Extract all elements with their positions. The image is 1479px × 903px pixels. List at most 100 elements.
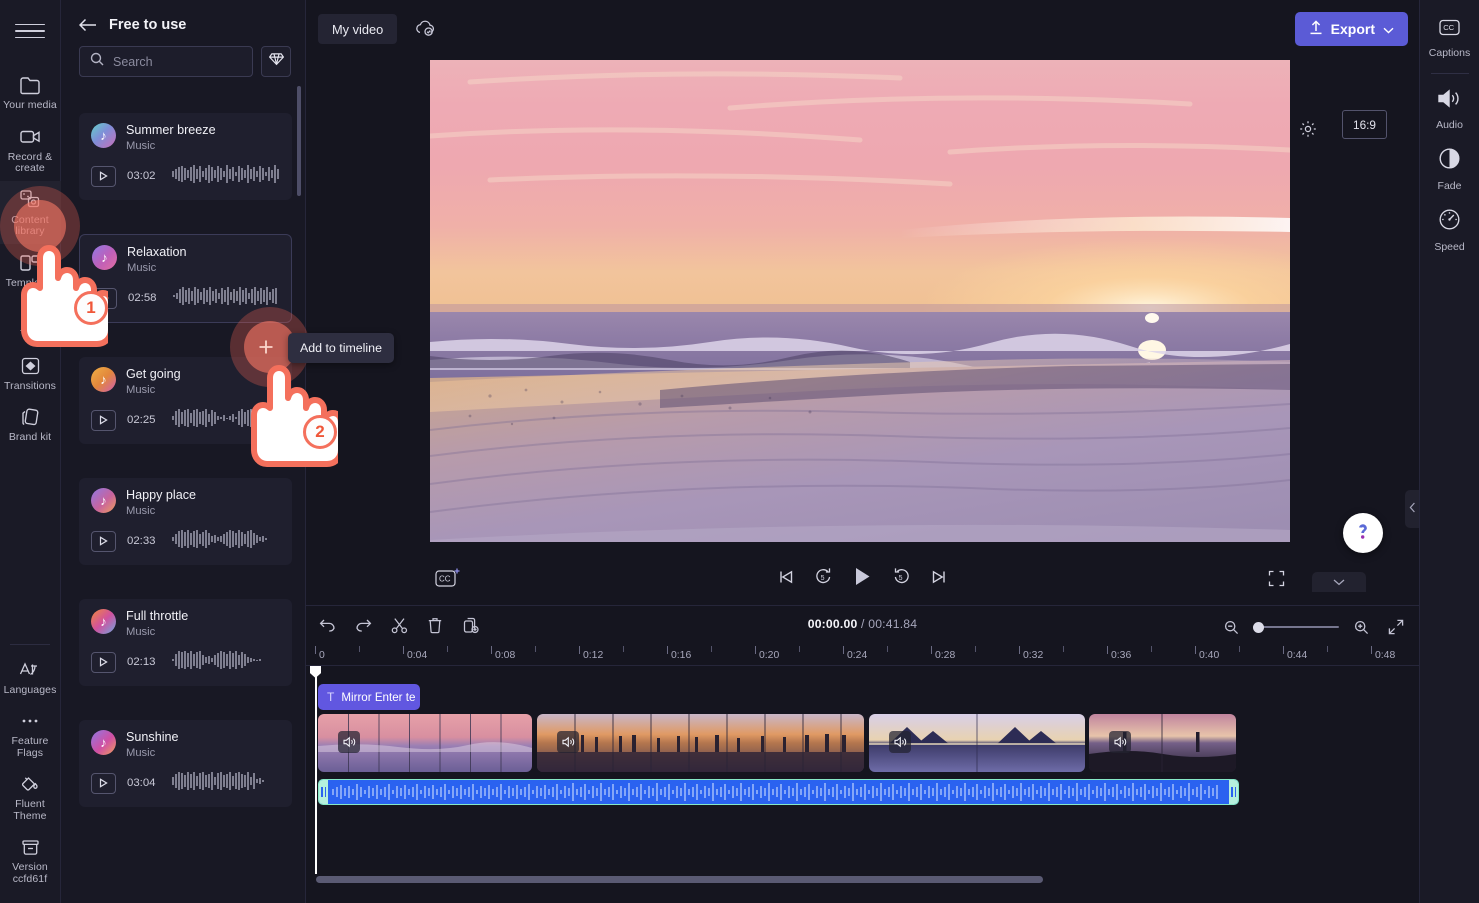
current-time: 00:00.00 (807, 617, 858, 631)
back-arrow-icon[interactable] (79, 16, 97, 34)
speaker-icon[interactable] (338, 731, 360, 753)
track-duration: 03:04 (127, 777, 156, 789)
upload-icon (1309, 20, 1323, 38)
sidebar-item-templates[interactable]: Templates (0, 244, 61, 296)
sidebar-label-record-create: Record & create (7, 150, 53, 174)
skip-start-icon[interactable] (778, 569, 794, 585)
ruler-label: 0:16 (671, 650, 692, 661)
sidebar-item-version[interactable]: Version ccfd61f (0, 828, 61, 891)
help-button[interactable] (1343, 513, 1383, 553)
zoom-slider-knob[interactable] (1253, 621, 1264, 633)
audio-trim-handle-right[interactable] (1229, 780, 1238, 804)
fit-to-screen-icon[interactable] (1383, 614, 1409, 640)
timeline-video-clip-4[interactable] (1089, 714, 1236, 772)
timeline-playhead[interactable] (315, 666, 317, 874)
sidebar-item-text[interactable]: Text (0, 295, 61, 347)
sidebar-item-fluent-theme[interactable]: Fluent Theme (0, 765, 61, 828)
sidebar-item-content-library[interactable]: Content library (0, 180, 61, 244)
timeline-ruler[interactable]: 0 0:04 0:08 0:12 0:16 0:20 0:24 0:28 0:3… (306, 642, 1419, 666)
premium-filter-button[interactable] (261, 46, 291, 77)
sidebar-item-feature-flags[interactable]: Feature Flags (0, 702, 61, 765)
cloud-check-icon[interactable] (414, 19, 436, 42)
track-category: Music (126, 505, 156, 517)
add-to-timeline-tooltip: Add to timeline (288, 333, 394, 363)
panel-title: Free to use (109, 17, 187, 33)
list-item[interactable]: ♪ Happy place Music 02:33 (79, 478, 292, 565)
right-label-captions: Captions (1428, 47, 1471, 59)
speaker-icon[interactable] (1109, 731, 1131, 753)
clipchamp-editor: Your media Record & create Content libra… (0, 0, 1479, 903)
video-preview[interactable] (430, 60, 1290, 542)
zoom-out-icon[interactable] (1218, 614, 1244, 640)
audio-trim-handle-left[interactable] (319, 780, 328, 804)
timeline-video-clip-3[interactable] (869, 714, 1085, 772)
track-name: Sunshine (126, 730, 179, 744)
list-item[interactable]: ♪ Get going Music 02:25 (79, 357, 292, 444)
timeline-audio-clip[interactable] (318, 779, 1239, 805)
timeline-text-clip[interactable]: T Mirror Enter te (318, 684, 420, 710)
skip-end-icon[interactable] (931, 569, 947, 585)
list-item[interactable]: ♪ Summer breeze Music 03:02 (79, 113, 292, 200)
right-item-speed[interactable]: Speed (1420, 200, 1479, 261)
ruler-label: 0:12 (583, 650, 604, 661)
paint-bucket-icon (19, 773, 41, 795)
sidebar-item-record-create[interactable]: Record & create (0, 118, 61, 181)
sidebar-item-languages[interactable]: Languages (0, 651, 61, 703)
sidebar-label-languages: Languages (3, 683, 57, 696)
right-item-fade[interactable]: Fade (1420, 139, 1479, 200)
ruler-label: 0 (319, 650, 325, 661)
gear-icon[interactable] (1299, 120, 1317, 143)
sidebar-item-your-media[interactable]: Your media (0, 66, 61, 118)
export-label: Export (1330, 21, 1375, 37)
track-duration: 02:13 (127, 656, 156, 668)
speaker-icon[interactable] (889, 731, 911, 753)
play-button[interactable] (91, 409, 116, 431)
rewind-5-icon[interactable]: 5 (814, 567, 833, 586)
chevron-left-icon (1409, 500, 1416, 518)
timeline-video-clip-1[interactable] (318, 714, 532, 772)
collapse-panel-button[interactable] (1405, 490, 1419, 528)
content-library-icon (19, 189, 42, 211)
right-item-audio[interactable]: Audio (1420, 80, 1479, 139)
track-category: Music (126, 626, 156, 638)
list-item-relaxation[interactable]: ♪ Relaxation Music 02:58 (79, 234, 292, 323)
left-sidebar-bottom-group: Languages Feature Flags Fluent Theme Ver… (0, 640, 61, 903)
zoom-slider[interactable] (1253, 620, 1339, 634)
play-button[interactable] (91, 651, 116, 673)
aspect-ratio-button[interactable]: 16:9 (1342, 110, 1387, 139)
timeline-toolbar: 00:00.00 / 00:41.84 (306, 606, 1419, 642)
play-button[interactable] (91, 772, 116, 794)
sidebar-item-brand-kit[interactable]: Brand kit (0, 398, 61, 450)
chevron-down-icon (1383, 21, 1394, 37)
right-item-captions[interactable]: CC Captions (1420, 10, 1479, 67)
track-thumbnail: ♪ (92, 245, 117, 270)
ruler-label: 0:32 (1023, 650, 1044, 661)
zoom-in-icon[interactable] (1348, 614, 1374, 640)
hamburger-menu-icon[interactable] (15, 18, 45, 44)
fullscreen-icon[interactable] (1268, 570, 1285, 592)
list-item[interactable]: ♪ Full throttle Music 02:13 (79, 599, 292, 686)
question-mark-icon (1355, 521, 1371, 546)
track-category: Music (126, 140, 156, 152)
play-button[interactable] (853, 566, 872, 587)
project-name-field[interactable]: My video (318, 14, 398, 44)
speaker-icon[interactable] (557, 731, 579, 753)
play-button[interactable] (91, 165, 116, 187)
search-input[interactable] (113, 54, 242, 69)
sidebar-item-transitions[interactable]: Transitions (0, 347, 61, 399)
timeline-video-clip-2[interactable] (537, 714, 864, 772)
coachmark-step-1: 1 (74, 291, 108, 325)
export-button[interactable]: Export (1294, 12, 1408, 46)
waveform (172, 770, 280, 796)
sidebar-label-transitions: Transitions (3, 379, 57, 392)
clip-thumbnail-strip (537, 714, 864, 772)
search-icon (90, 52, 104, 71)
forward-5-icon[interactable]: 5 (892, 567, 911, 586)
play-button[interactable] (91, 530, 116, 552)
waveform (172, 163, 280, 189)
list-item[interactable]: ♪ Sunshine Music 03:04 (79, 720, 292, 807)
timeline-horizontal-scrollbar[interactable] (316, 876, 1043, 883)
search-input-wrapper[interactable] (79, 46, 253, 77)
audio-waveform (332, 783, 1218, 801)
right-sidebar-divider (1430, 73, 1469, 74)
